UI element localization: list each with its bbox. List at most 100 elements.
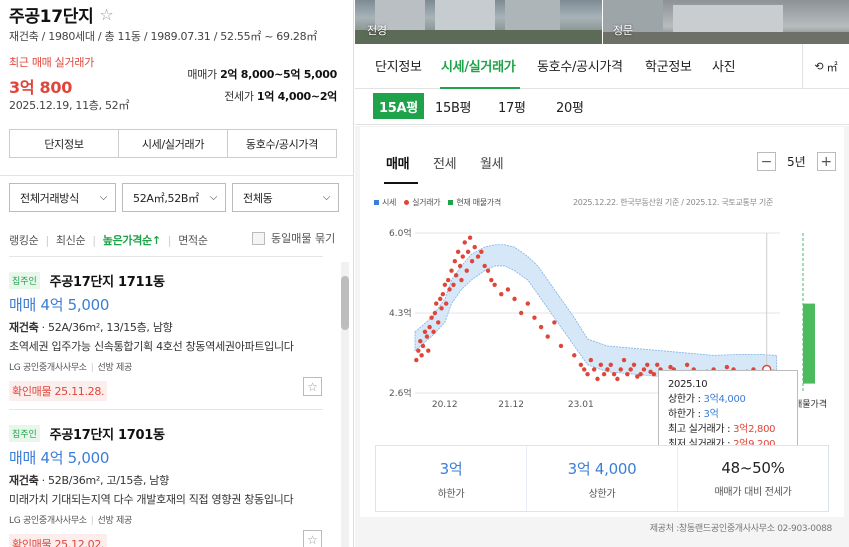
actual-deal-point (631, 362, 637, 367)
tab-unit-price[interactable]: 동호수/공시가격 (537, 56, 623, 75)
actual-deal-point (429, 315, 434, 320)
chevron-down-icon: ⌵ (322, 192, 331, 203)
tooltip-date: 2025.10 (668, 379, 708, 390)
sort-newest[interactable]: 최신순 (56, 232, 86, 248)
actual-deal-point (485, 268, 491, 273)
filter-bar: 전체거래방식 ⌵ 52A㎡,52B㎡ ⌵ 전체동 ⌵ (9, 183, 339, 212)
trade-type-select[interactable]: 전체거래방식 ⌵ (9, 183, 116, 212)
actual-deal-point (418, 339, 423, 344)
actual-deal-point (457, 263, 463, 269)
actual-deal-point (453, 273, 459, 278)
tab-complex-info[interactable]: 단지정보 (10, 130, 119, 157)
tab-trade-sale[interactable]: 매매 (386, 153, 410, 172)
listing-spec: 재건축 · 52B/36m², 고/15층, 남향 (9, 472, 324, 488)
sort-ranking[interactable]: 랭킹순 (9, 232, 39, 248)
favorite-button[interactable]: ☆ (303, 377, 322, 396)
actual-deal-point (552, 320, 557, 325)
sort-price-high[interactable]: 높은가격순↑ (103, 232, 161, 248)
checkbox[interactable] (252, 231, 265, 245)
photo-exterior-image (355, 0, 602, 44)
size-option-17[interactable]: 17평 (492, 93, 532, 119)
unit-toggle-button[interactable]: ⟲ ㎡ (802, 44, 849, 89)
x-tick-label: 21.12 (498, 400, 524, 410)
scroll-thumb[interactable] (341, 276, 349, 330)
list-item[interactable]: 집주인 주공17단지 1701동 매매 4억 5,000 재건축 · 52B/3… (9, 424, 324, 547)
actual-deal-point (445, 277, 451, 283)
listing-confirm-badge: 확인매물 25.11.28. (9, 381, 108, 401)
agency-separator: | (90, 516, 94, 526)
price-detail-panel: 전경 정문 단지정보 시세/실거래가 동호수/공시가격 학군정보 사진 ⟲ ㎡ 1… (355, 0, 849, 547)
jeonse-range-label: 전세가 (224, 90, 254, 103)
photo-gate[interactable]: 정문 (603, 0, 849, 44)
list-item[interactable]: 집주인 주공17단지 1711동 매매 4억 5,000 재건축 · 52A/3… (9, 271, 324, 401)
period-decrease-button[interactable]: − (757, 152, 776, 171)
tab-complex-info[interactable]: 단지정보 (375, 56, 422, 75)
actual-deal-point (585, 371, 590, 377)
tab-trade-monthly[interactable]: 월세 (480, 153, 504, 172)
actual-deal-point (443, 301, 449, 306)
actual-deal-point (621, 357, 627, 363)
actual-deal-point (434, 301, 439, 306)
jeonse-price-range: 전세가 1억 4,000~2억 (224, 88, 337, 104)
current-listing-label: 매물가격 (794, 398, 827, 410)
trade-tab-underline (384, 182, 418, 184)
actual-deal-point (538, 324, 544, 330)
favorite-button[interactable]: ☆ (303, 530, 322, 547)
actual-deal-point (414, 357, 419, 363)
photo-gate-caption: 정문 (613, 24, 633, 37)
tab-market-price[interactable]: 시세/실거래가 (441, 56, 516, 75)
area-select[interactable]: 52A㎡,52B㎡ ⌵ (122, 183, 226, 212)
size-option-15a[interactable]: 15A평 (373, 93, 424, 119)
size-option-15b[interactable]: 15B평 (429, 93, 477, 119)
actual-deal-point (558, 343, 564, 349)
listing-agency-row: LG 공인중개사사무소 | 선방 제공 (9, 513, 324, 526)
listing-name: 주공17단지 1711동 (49, 275, 165, 290)
tab-unit-price[interactable]: 동호수/공시가격 (228, 130, 336, 157)
photo-exterior[interactable]: 전경 (355, 0, 602, 44)
actual-deal-point (439, 306, 444, 311)
owner-badge: 집주인 (9, 425, 40, 442)
listing-price: 매매 4억 5,000 (9, 296, 110, 314)
jeonse-range-value: 1억 4,000~2억 (256, 90, 337, 103)
listing-scrollbar[interactable] (341, 262, 349, 547)
actual-deal-point (440, 291, 446, 297)
tab-school-info[interactable]: 학군정보 (645, 56, 692, 75)
actual-deal-point (628, 367, 633, 372)
legend-market-label: 시세 (382, 198, 397, 207)
complex-detail-panel: 주공17단지 ☆ 재건축 / 1980세대 / 총 11동 / 1989.07.… (0, 0, 354, 547)
actual-deal-point (532, 315, 537, 320)
actual-deal-point (655, 362, 660, 367)
listing-description: 초역세권 입주가능 신속통합기획 4호선 창동역세권아파트입니다 (9, 340, 294, 353)
list-separator (9, 256, 323, 257)
summary-upper: 3억 4,000 상한가 (527, 446, 678, 511)
actual-deal-point (420, 343, 426, 349)
actual-deal-point (645, 362, 650, 367)
complex-title-row: 주공17단지 ☆ (9, 2, 114, 27)
current-listing-bar (803, 303, 815, 384)
dong-select[interactable]: 전체동 ⌵ (232, 183, 339, 212)
size-option-20[interactable]: 20평 (550, 93, 590, 119)
listing-type: 재건축 (9, 321, 39, 334)
period-increase-button[interactable]: + (816, 152, 836, 171)
actual-deal-point (605, 367, 610, 372)
x-tick-label: 20.12 (432, 400, 458, 410)
owner-badge: 집주인 (9, 272, 40, 289)
summary-lower: 3억 하한가 (376, 446, 527, 511)
actual-deal-point (479, 249, 484, 255)
tab-photos[interactable]: 사진 (712, 56, 736, 75)
market-band (414, 244, 778, 377)
tab-market-price[interactable]: 시세/실거래가 (119, 130, 228, 157)
sort-area[interactable]: 면적순 (178, 232, 208, 248)
star-icon[interactable]: ☆ (99, 6, 113, 23)
legend-market-swatch (374, 200, 379, 205)
actual-deal-point (724, 364, 730, 370)
section-divider (0, 175, 353, 176)
tab-trade-jeonse[interactable]: 전세 (433, 153, 457, 172)
chart-source-note: 2025.12.22. 한국부동산원 기준 / 2025.12. 국토교통부 기… (573, 198, 774, 207)
same-listing-toggle[interactable]: 동일매물 묶기 (252, 230, 335, 246)
legend-current-swatch (448, 200, 454, 205)
actual-deal-point (475, 254, 481, 259)
actual-deal-point (598, 362, 604, 367)
actual-deal-point (611, 371, 617, 377)
y-tick-label: 2.6억 (389, 387, 412, 399)
